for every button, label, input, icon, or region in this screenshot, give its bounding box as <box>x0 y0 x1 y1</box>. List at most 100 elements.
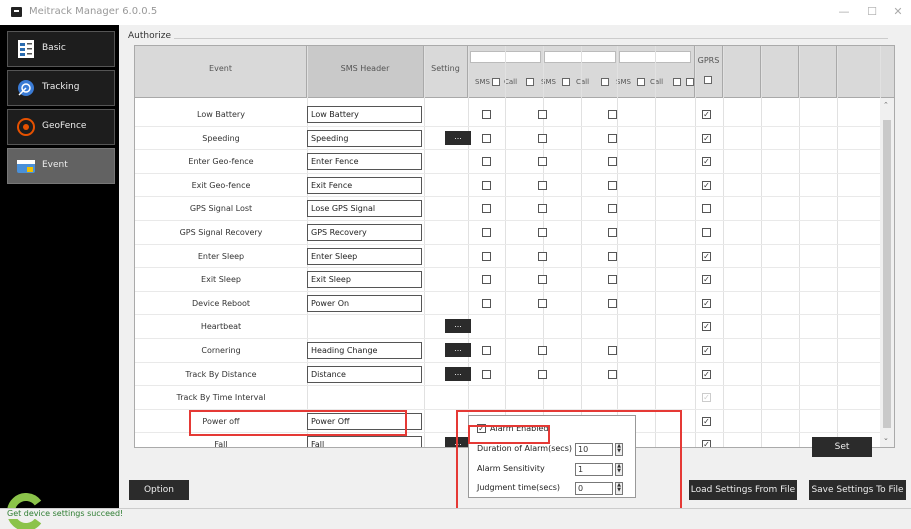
gprs-checkbox[interactable]: ✓ <box>702 157 711 167</box>
gprs-checkbox[interactable] <box>702 228 711 237</box>
gprs-checkbox[interactable]: ✓ <box>702 416 711 426</box>
sms-all-checkbox[interactable] <box>562 78 570 86</box>
sms-checkbox[interactable] <box>538 204 547 214</box>
phone-input-2[interactable] <box>544 51 616 63</box>
set-button[interactable]: Set <box>812 437 872 457</box>
sidebar-item-event[interactable]: Event <box>7 148 115 184</box>
close-button[interactable]: ✕ <box>885 4 911 20</box>
sms-header-input[interactable]: Distance <box>307 365 422 383</box>
table-row: Track By Distance Distance... ✓ <box>135 363 880 387</box>
sms-header-input[interactable]: Lose GPS Signal <box>307 200 422 218</box>
sms-checkbox[interactable] <box>482 110 491 119</box>
gprs-checkbox[interactable]: ✓ <box>702 133 711 143</box>
sms-checkbox[interactable] <box>482 275 491 285</box>
table-row: Exit Geo-fence Exit Fence ✓ <box>135 174 880 198</box>
gprs-all-checkbox[interactable] <box>704 76 712 84</box>
sms-checkbox[interactable] <box>538 228 547 237</box>
minimize-button[interactable]: — <box>831 4 857 20</box>
sms-checkbox[interactable] <box>538 275 547 285</box>
sms-checkbox[interactable] <box>608 298 617 308</box>
document-icon <box>18 40 34 58</box>
setting-more-button[interactable]: ... <box>445 319 471 334</box>
gprs-checkbox[interactable]: ✓ <box>702 440 711 447</box>
sms-checkbox[interactable] <box>608 228 617 237</box>
sms-checkbox[interactable] <box>608 251 617 261</box>
sms-checkbox[interactable] <box>608 180 617 190</box>
column-header-empty <box>799 46 837 98</box>
sms-header-input[interactable]: Enter Sleep <box>307 247 422 265</box>
table-row: Speeding Speeding... ✓ <box>135 127 880 151</box>
sms-checkbox[interactable] <box>538 369 547 379</box>
setting-more-button[interactable]: ... <box>445 343 471 357</box>
sms-header-input[interactable]: Enter Fence <box>307 153 422 171</box>
scroll-down-icon[interactable]: ⌄ <box>883 434 889 442</box>
load-settings-button[interactable]: Load Settings From File <box>689 480 797 500</box>
sidebar-item-basic[interactable]: Basic <box>7 31 115 67</box>
table-row: Track By Time Interval ✓ <box>135 386 880 410</box>
sms-checkbox[interactable] <box>538 133 547 143</box>
gprs-checkbox[interactable]: ✓ <box>702 180 711 190</box>
sms-checkbox[interactable] <box>538 251 547 261</box>
sms-checkbox[interactable] <box>538 180 547 190</box>
sidebar-item-geofence[interactable]: GeoFence <box>7 109 115 145</box>
sms-checkbox[interactable] <box>538 298 547 308</box>
sms-checkbox[interactable] <box>482 346 491 355</box>
sms-checkbox[interactable] <box>482 180 491 190</box>
sms-checkbox[interactable] <box>608 275 617 285</box>
sms-checkbox[interactable] <box>608 204 617 214</box>
extra-checkbox[interactable] <box>686 78 694 86</box>
sms-checkbox[interactable] <box>608 157 617 167</box>
option-button[interactable]: Option <box>129 480 189 500</box>
save-settings-button[interactable]: Save Settings To File <box>809 480 906 500</box>
gprs-checkbox[interactable]: ✓ <box>702 322 711 332</box>
app-icon <box>11 7 22 17</box>
sms-header-input[interactable]: Speeding <box>307 129 422 147</box>
sms-checkbox[interactable] <box>608 133 617 143</box>
sms-checkbox[interactable] <box>482 157 491 167</box>
call-all-checkbox[interactable] <box>673 78 681 86</box>
sms-header-input[interactable]: Low Battery <box>307 106 422 123</box>
sms-checkbox[interactable] <box>538 346 547 355</box>
maximize-button[interactable]: ☐ <box>859 4 885 20</box>
setting-more-button[interactable]: ... <box>445 366 471 381</box>
sms-all-checkbox[interactable] <box>637 78 645 86</box>
gprs-checkbox[interactable]: ✓ <box>702 110 711 119</box>
sms-checkbox[interactable] <box>482 369 491 379</box>
sms-header-input[interactable]: Exit Sleep <box>307 271 422 289</box>
main-content: Authorize Event SMS Header Setting SMS C… <box>119 25 911 518</box>
gprs-checkbox[interactable]: ✓ <box>702 275 711 285</box>
setting-more-button[interactable]: ... <box>445 130 471 145</box>
call-all-checkbox[interactable] <box>601 78 609 86</box>
sms-header-input[interactable]: Fall <box>307 436 422 447</box>
sms-header-input[interactable]: GPS Recovery <box>307 224 422 241</box>
vertical-scrollbar[interactable]: ⌃ ⌄ <box>880 98 894 447</box>
sms-checkbox[interactable] <box>538 157 547 167</box>
sms-header-input[interactable]: Exit Fence <box>307 176 422 194</box>
sms-checkbox[interactable] <box>482 298 491 308</box>
sms-checkbox[interactable] <box>482 228 491 237</box>
sms-checkbox[interactable] <box>608 110 617 119</box>
title-bar: Meitrack Manager 6.0.0.5 — ☐ ✕ <box>0 0 911 25</box>
sidebar-item-tracking[interactable]: Tracking <box>7 70 115 106</box>
gprs-checkbox[interactable]: ✓ <box>702 369 711 379</box>
sms-header-input[interactable]: Power On <box>307 294 422 312</box>
sms-checkbox[interactable] <box>608 346 617 355</box>
event-table: Event SMS Header Setting SMS Call SMS Ca… <box>134 45 895 448</box>
gprs-checkbox[interactable]: ✓ <box>702 251 711 261</box>
sms-checkbox[interactable] <box>608 369 617 379</box>
column-header-gprs: GPRS <box>695 46 723 98</box>
sms-checkbox[interactable] <box>482 133 491 143</box>
sms-checkbox[interactable] <box>482 204 491 214</box>
gprs-checkbox[interactable]: ✓ <box>702 298 711 308</box>
scroll-up-icon[interactable]: ⌃ <box>883 101 889 109</box>
gprs-checkbox[interactable] <box>702 204 711 214</box>
sms-header-input[interactable]: Heading Change <box>307 342 422 359</box>
call-all-checkbox[interactable] <box>526 78 534 86</box>
table-row: GPS Signal Recovery GPS Recovery <box>135 221 880 245</box>
event-name: Track By Distance <box>185 369 257 379</box>
gprs-checkbox[interactable]: ✓ <box>702 346 711 355</box>
scrollbar-thumb[interactable] <box>883 120 891 428</box>
sms-all-checkbox[interactable] <box>492 78 500 86</box>
sms-checkbox[interactable] <box>482 251 491 261</box>
sms-checkbox[interactable] <box>538 110 547 119</box>
